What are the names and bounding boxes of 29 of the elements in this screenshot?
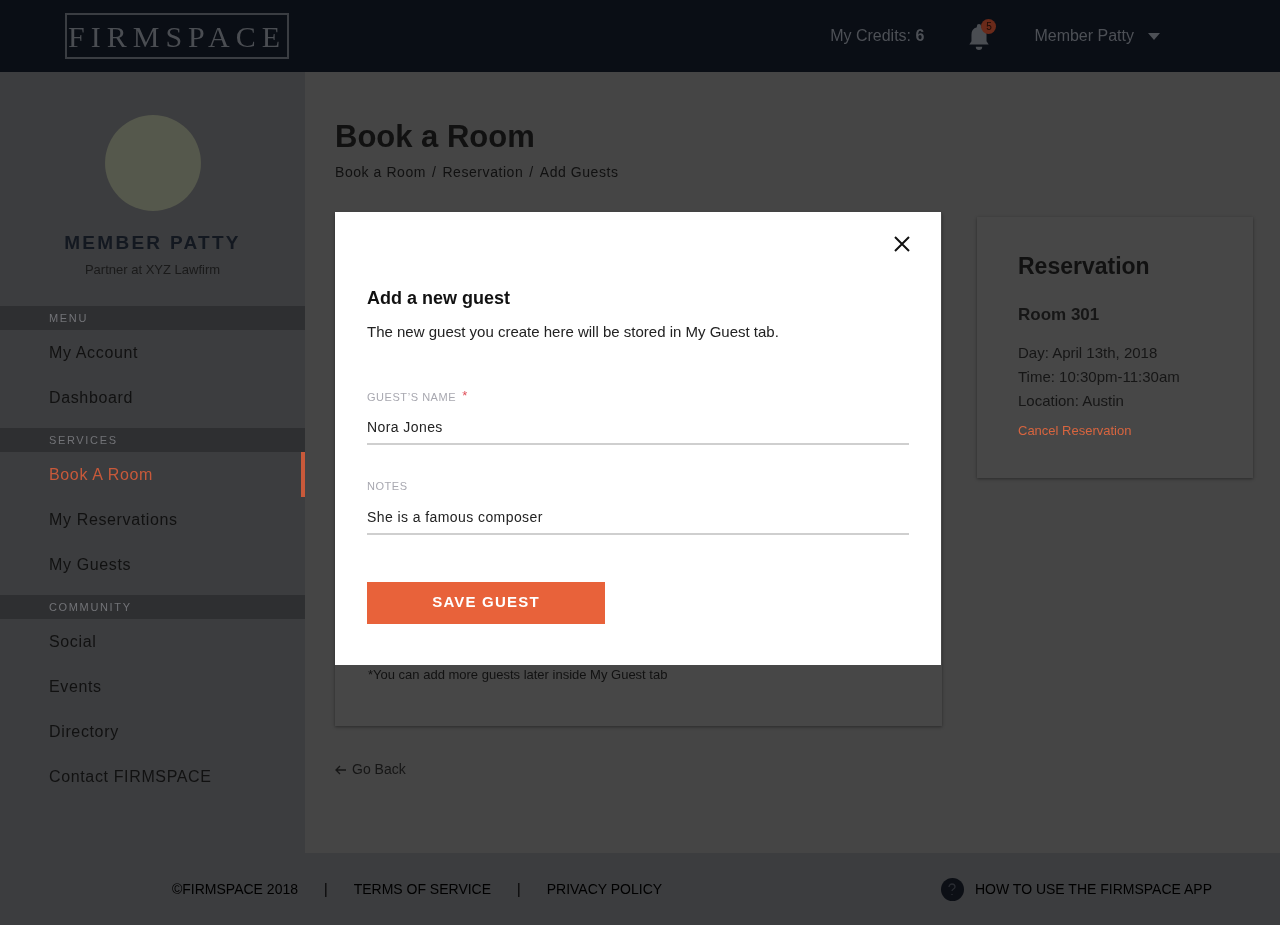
user-menu[interactable]: Member Patty [1034,24,1160,48]
footer-link[interactable]: TERMS OF SERVICE [353,878,492,900]
breadcrumb-separator: / [431,163,438,182]
caret-icon [1148,32,1160,40]
save-guest-button[interactable]: SAVE GUEST [367,581,605,624]
field-label: GUEST’S NAME [367,389,457,405]
input-field[interactable]: Nora Jones [367,411,909,445]
breadcrumb-separator: / [528,163,535,182]
copyright-text: ©FIRMSPACE 2018 [172,879,298,899]
logo[interactable]: FIRMSPACE [65,13,289,59]
section-heading: MENU [0,306,305,330]
footer-link[interactable]: PRIVACY POLICY [546,878,663,900]
help-icon [941,877,964,901]
notification-badge: 5 [981,19,997,34]
close-icon[interactable] [894,236,910,252]
modal-description: The new guest you create here will be stored in My Guest tab. [367,322,780,342]
section-heading: SERVICES [0,428,305,452]
cancel-reservation-link[interactable]: Cancel Reservation [1018,421,1253,441]
help-link[interactable]: HOW TO USE THE FIRMSPACE APP [941,877,1212,901]
field-label: NOTES [367,479,408,494]
required-marker: * [462,388,468,402]
arrow-left-icon [335,764,347,775]
sidebar-item[interactable]: Book A Room [0,452,305,497]
credits-label: My Credits: 6 [830,26,925,46]
footer-separator: | [516,879,522,899]
section-heading: COMMUNITY [0,595,305,619]
modal-title: Add a new guest [367,287,511,310]
input-field[interactable]: She is a famous composer [367,500,909,535]
footer-separator: | [323,879,329,899]
